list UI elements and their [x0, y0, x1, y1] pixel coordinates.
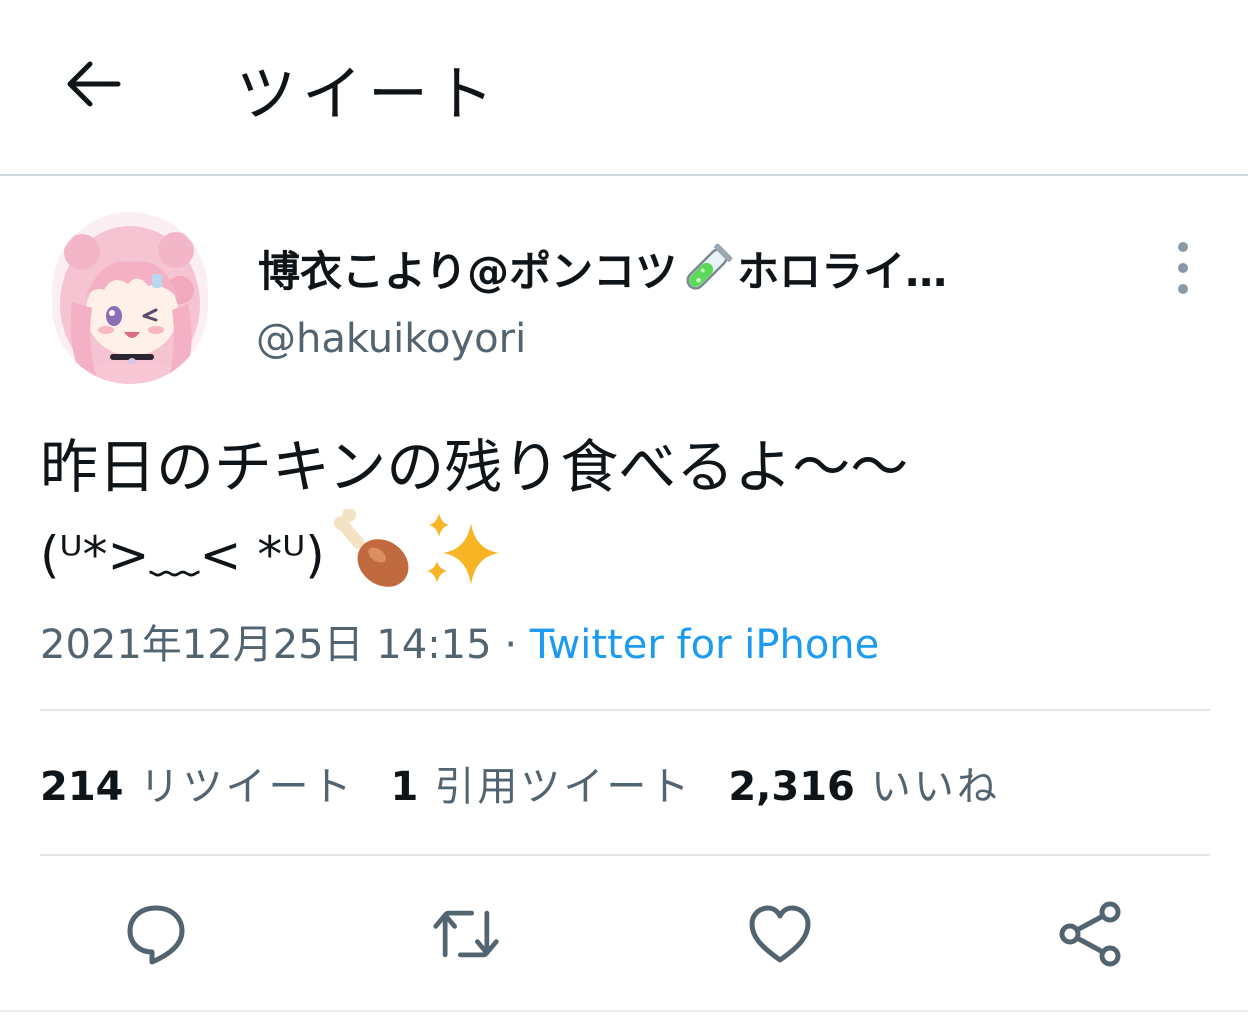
back-arrow-icon [67, 61, 121, 107]
engagement-stats: 214 リツイート 1 引用ツイート 2,316 いいね [40, 754, 1000, 814]
source-link[interactable]: Twitter for iPhone [530, 622, 880, 668]
retweet-count: 214 [40, 764, 124, 810]
test-tube-icon [686, 243, 733, 290]
back-button[interactable] [56, 52, 128, 116]
avatar[interactable] [52, 212, 208, 384]
quote-count-link[interactable]: 1 引用ツイート [391, 754, 693, 812]
retweet-label: リツイート [139, 764, 355, 810]
more-dot-icon [1178, 263, 1188, 273]
display-name[interactable]: 博衣こより@ポンコツ ホロライ… [258, 238, 1078, 299]
quote-count: 1 [390, 764, 419, 810]
tweet-detail-page: ツイート 博衣こより@ポンコツ ホロライ… @hakuikoyori 昨日のチキ… [0, 0, 1248, 1024]
tweet-text-line-2: (ᵁ*>﹏< *ᵁ) [40, 506, 505, 596]
reply-button[interactable] [120, 898, 192, 970]
more-dot-icon [1178, 284, 1188, 294]
kaomoji-text: (ᵁ*>﹏< *ᵁ) [40, 526, 325, 584]
timestamp[interactable]: 2021年12月25日 14:15 [40, 622, 492, 668]
bottom-divider [0, 1010, 1248, 1012]
page-title: ツイート [236, 60, 500, 130]
share-button[interactable] [1056, 898, 1128, 970]
display-name-end: ホロライ… [737, 247, 948, 296]
like-label: いいね [870, 764, 1000, 810]
sparkles-icon [426, 513, 499, 585]
retweet-count-link[interactable]: 214 リツイート [40, 754, 355, 812]
quote-label: 引用ツイート [434, 764, 693, 810]
retweet-button[interactable] [430, 898, 502, 970]
display-name-start: 博衣こより@ポンコツ [258, 247, 678, 296]
like-icon [749, 905, 811, 963]
meta-separator: · [504, 622, 518, 668]
retweet-icon [433, 910, 499, 958]
tweet-text: 昨日のチキンの残り食べるよ〜〜 [40, 433, 909, 501]
avatar-image [52, 212, 208, 384]
more-dot-icon [1178, 242, 1188, 252]
like-count: 2,316 [728, 764, 855, 810]
more-options-button[interactable] [1166, 242, 1200, 294]
share-icon [1059, 901, 1121, 967]
poultry-leg-icon [333, 509, 409, 587]
divider [40, 854, 1210, 856]
like-button[interactable] [744, 898, 816, 970]
reply-icon [127, 905, 185, 965]
like-count-link[interactable]: 2,316 いいね [728, 754, 1000, 812]
divider [40, 709, 1210, 711]
user-handle[interactable]: @hakuikoyori [256, 316, 526, 362]
top-bar: ツイート [0, 0, 1248, 176]
tweet-meta: 2021年12月25日 14:15 · Twitter for iPhone [40, 612, 879, 670]
